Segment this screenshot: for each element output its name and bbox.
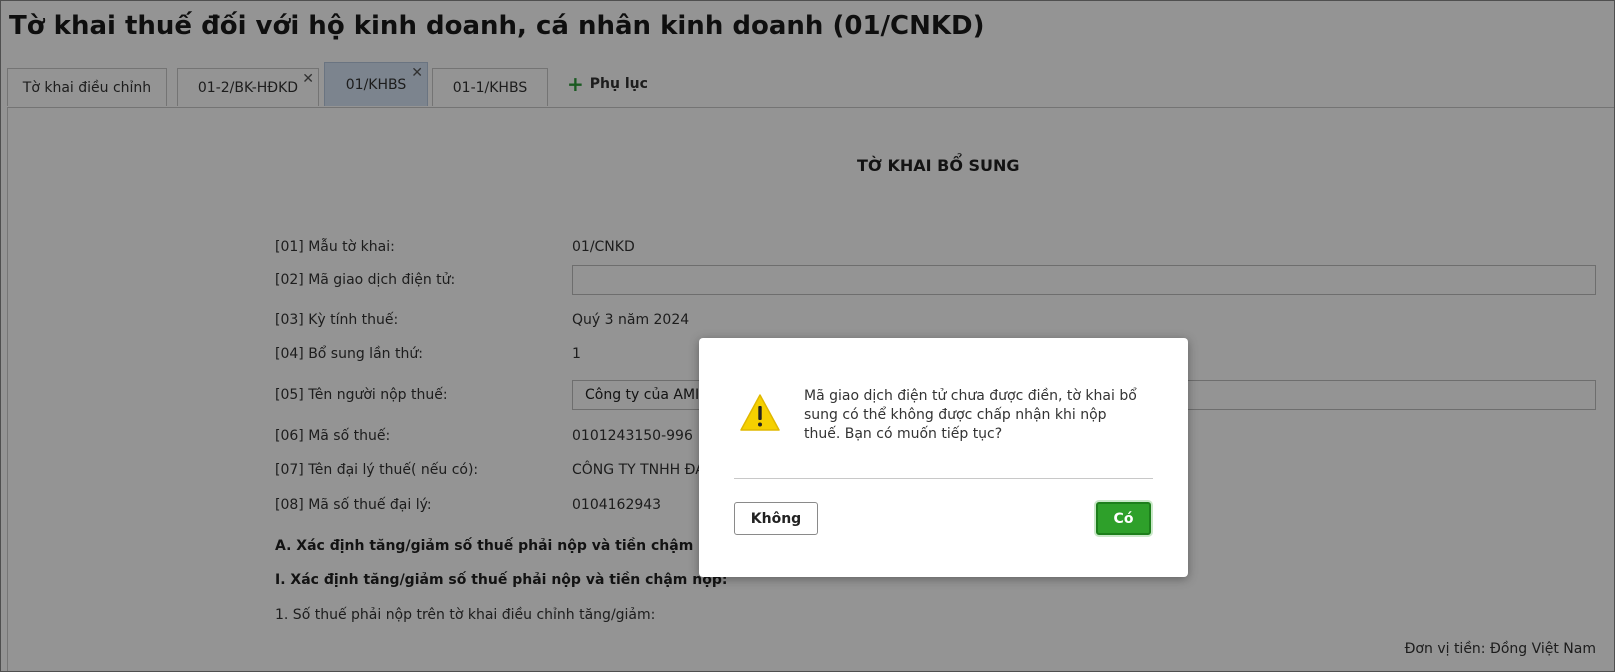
- dialog-divider: [734, 478, 1153, 479]
- no-button[interactable]: Không: [734, 502, 818, 535]
- yes-button[interactable]: Có: [1096, 502, 1151, 535]
- warning-icon: [740, 394, 780, 431]
- confirm-dialog: Mã giao dịch điện tử chưa được điền, tờ …: [699, 338, 1188, 577]
- dialog-message: Mã giao dịch điện tử chưa được điền, tờ …: [804, 388, 1137, 442]
